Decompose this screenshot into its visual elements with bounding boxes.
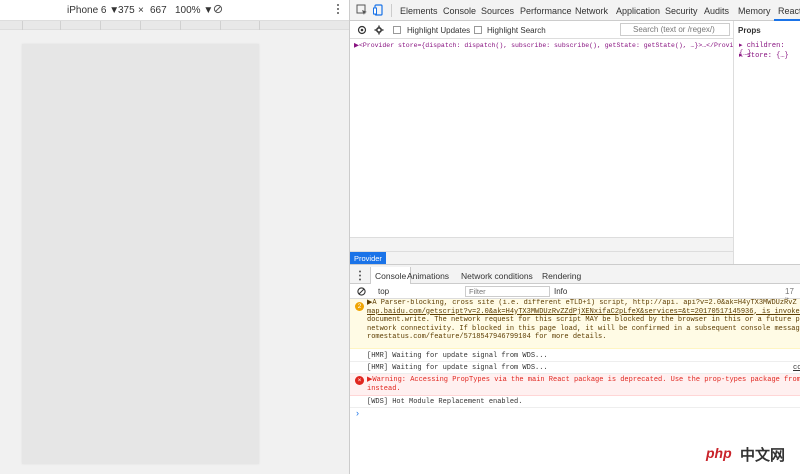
ruler-tick [220,21,221,30]
devtools-panel: Elements Console Sources Performance Net… [350,0,800,474]
tab-performance[interactable]: Performance [520,6,572,16]
ruler-tick [140,21,141,30]
inspect-element-icon[interactable] [356,4,370,18]
ruler-tick [22,21,23,30]
console-log-wds: [WDS] Hot Module Replacement enabled. [350,396,800,408]
warning-count-badge: 2 [355,302,364,311]
warning-line-5: romestatus.com/feature/5718547946799104 … [367,333,607,342]
level-select[interactable]: Info [554,287,567,296]
breadcrumb: Provider [350,251,733,265]
log-text: [HMR] Waiting for update signal from WDS… [367,364,548,372]
device-select[interactable]: iPhone 6 ▼ [67,5,119,16]
device-viewport[interactable] [22,44,259,464]
log-text: [WDS] Hot Module Replacement enabled. [367,398,523,406]
dimension-separator: × [138,5,144,16]
drawer-tabbar: Console Animations Network conditions Re… [350,264,800,285]
error-icon: × [355,376,364,385]
ruler-tick [100,21,101,30]
device-height-input[interactable]: 667 [150,5,167,16]
drawer-menu-icon[interactable] [358,270,362,284]
prop-store[interactable]: ▸ store: {…} [739,51,789,60]
screen: iPhone 6 ▼ 375 × 667 100% ▼ Elements Con… [0,0,800,474]
error-line-1: ▶Warning: Accessing PropTypes via the ma… [367,376,800,384]
settings-gear-icon[interactable] [374,25,384,38]
warning-line-1: ▶A Parser-blocking, cross site (i.e. dif… [367,299,797,307]
warning-line-4: network connectivity. If blocked in this… [367,324,800,333]
watermark-php: php [706,445,732,461]
highlight-updates-label: Highlight Updates [407,26,471,35]
tree-scroll-area [350,237,733,251]
console-toolbar: top Info 17 it [350,284,800,305]
device-width-input[interactable]: 375 [118,5,135,16]
tab-console[interactable]: Console [443,6,476,16]
props-header: Props [738,26,761,35]
warning-line-2[interactable]: map.baidu.com/getscript?v=2.0&ak=H4yTX3M… [367,308,800,317]
device-emulation-pane: iPhone 6 ▼ 375 × 667 100% ▼ [0,0,349,474]
device-toolbar: iPhone 6 ▼ 375 × 667 100% ▼ [0,0,349,21]
warning-line-3: document.write. The network request for … [367,316,800,325]
console-log-hmr-2: [HMR] Waiting for update signal from WDS… [350,362,800,374]
tab-elements[interactable]: Elements [400,6,438,16]
select-element-icon[interactable] [357,25,367,38]
ruler-tick [180,21,181,30]
ruler-tick [60,21,61,30]
watermark-cn: 中文网 [740,447,786,464]
console-prompt[interactable]: › [356,408,359,418]
highlight-search-checkbox[interactable] [474,26,482,34]
console-warning[interactable]: 2 ▶A Parser-blocking, cross site (i.e. d… [350,299,800,349]
component-tree [350,39,733,250]
drawer-tab-network-conditions[interactable]: Network conditions [461,271,533,281]
tab-memory[interactable]: Memory [738,6,771,16]
device-toggle-icon[interactable] [373,4,387,18]
console-filter-input[interactable] [465,286,550,297]
props-sidebar: Props ▸ children: {…} ▸ store: {…} [733,21,800,264]
tab-sources[interactable]: Sources [481,6,514,16]
ruler-tick [259,21,260,30]
more-vert-icon[interactable] [336,3,340,18]
clear-console-icon[interactable] [357,287,366,299]
watermark-logo: php 中文网 [696,441,796,469]
context-select[interactable]: top [378,287,389,296]
tab-react[interactable]: React [778,6,800,16]
drawer-tab-rendering[interactable]: Rendering [542,271,581,281]
tab-security[interactable]: Security [665,6,698,16]
zoom-select[interactable]: 100% ▼ [175,5,213,16]
drawer-tab-console[interactable]: Console [370,267,412,285]
tree-node-provider[interactable]: ▶<Provider store={dispatch: dispatch(), … [354,41,733,49]
log-text: [HMR] Waiting for update signal from WDS… [367,352,548,360]
rotate-icon[interactable] [213,4,223,17]
console-log-hmr-1: [HMR] Waiting for update signal from WDS… [350,350,800,362]
tab-separator [391,4,392,17]
tab-application[interactable]: Application [616,6,660,16]
horizontal-ruler [0,21,349,30]
highlight-updates-checkbox[interactable] [393,26,401,34]
drawer-tab-animations[interactable]: Animations [407,271,449,281]
tab-network[interactable]: Network [575,6,608,16]
console-error[interactable]: × ▶Warning: Accessing PropTypes via the … [350,374,800,396]
search-input[interactable]: Search (text or /regex/) [620,23,730,36]
log-source-link[interactable]: co [793,364,800,372]
highlight-search-label: Highlight Search [487,26,546,35]
tab-audits[interactable]: Audits [704,6,729,16]
devtools-tabbar: Elements Console Sources Performance Net… [350,0,800,21]
error-line-2: instead. [367,384,401,393]
